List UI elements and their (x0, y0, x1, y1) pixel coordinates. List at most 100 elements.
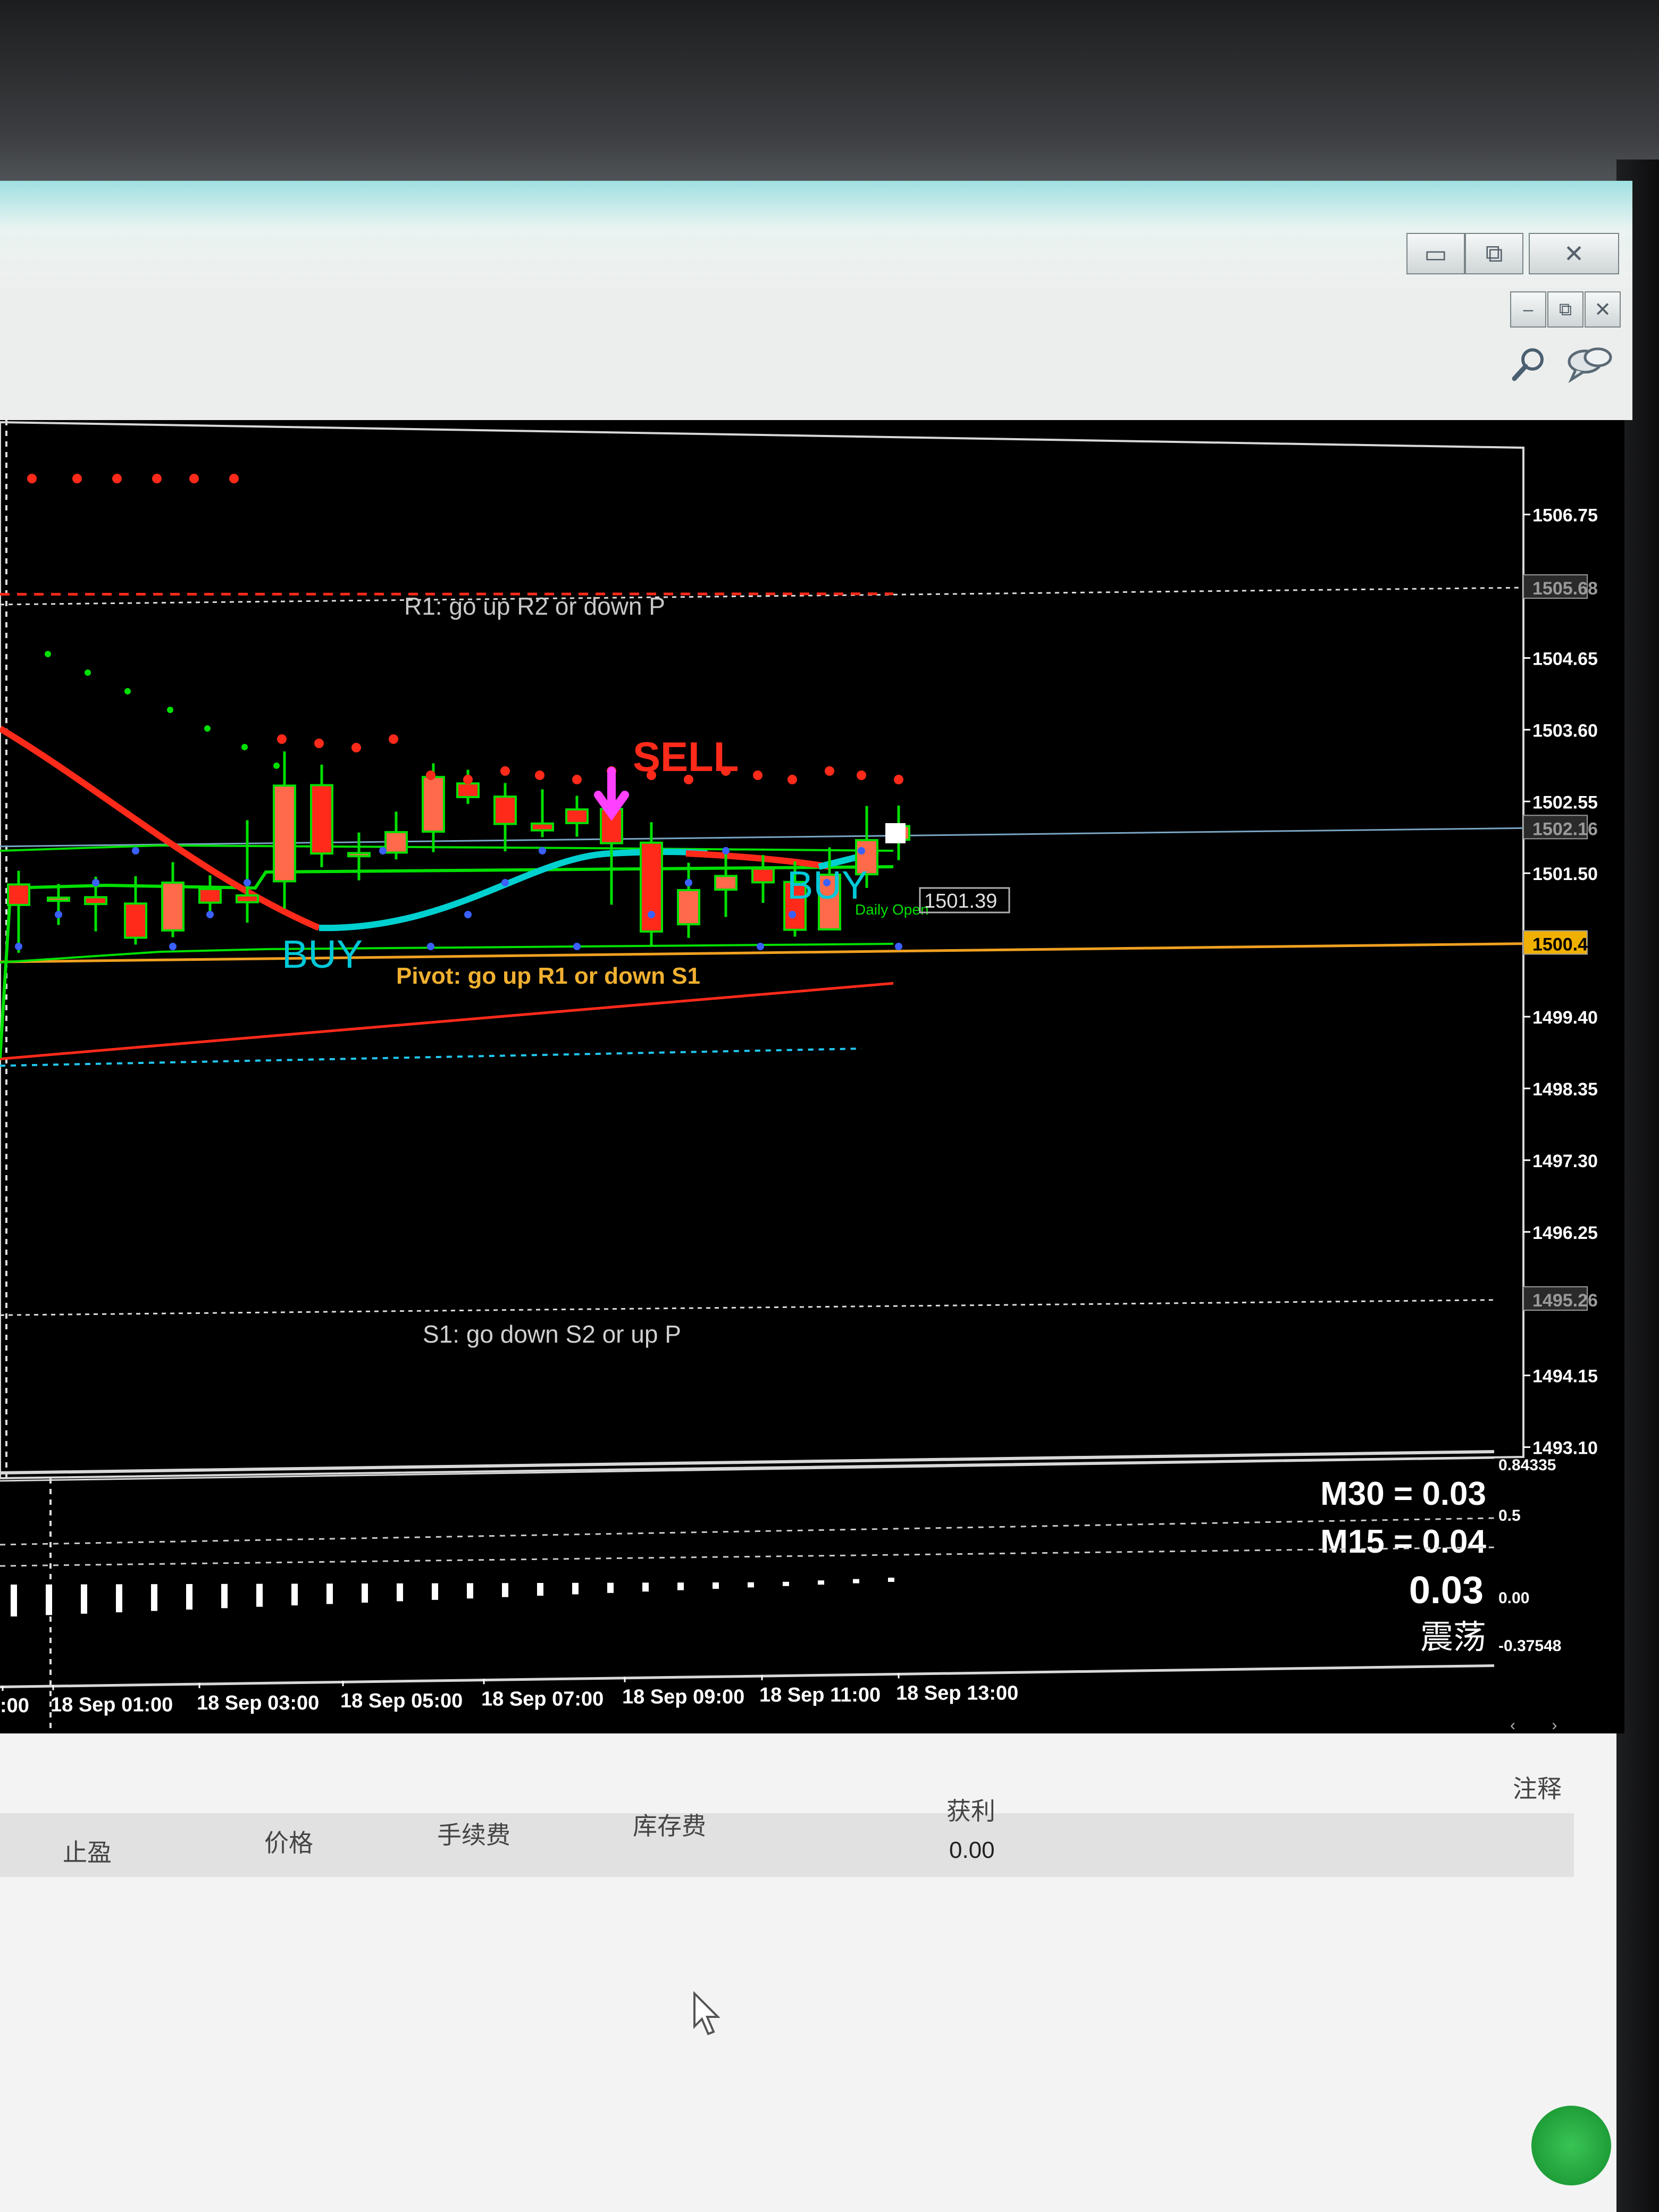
trail-dot (273, 763, 280, 769)
histogram-bar (853, 1579, 859, 1583)
support-dot (379, 847, 387, 854)
minimize-button[interactable]: ▭ (1406, 233, 1465, 274)
support-dot (685, 879, 692, 886)
chart-minimize-button[interactable]: – (1510, 291, 1546, 328)
chart-window[interactable]: R1: go up R2 or down P Pivot: go up R1 o… (0, 420, 1624, 1733)
support-dot (15, 943, 22, 950)
candle-body (565, 808, 589, 824)
monitor-bezel (0, 0, 1659, 191)
resistance-dot (463, 775, 473, 784)
r1-line (0, 586, 1524, 606)
histogram-bar (256, 1583, 263, 1607)
price-label: 1506.75 (1532, 506, 1598, 526)
resistance-dot (825, 766, 834, 776)
price-label: 1496.25 (1532, 1223, 1598, 1243)
scroll-arrows[interactable]: ‹ › (1510, 1716, 1573, 1735)
histogram-bar (537, 1583, 543, 1596)
market-state-label: 震荡 (1420, 1619, 1486, 1656)
trail-dot (167, 707, 173, 713)
price-label: 1493.10 (1532, 1438, 1598, 1459)
price-label: 1503.60 (1532, 720, 1598, 741)
histogram-bar (116, 1584, 122, 1613)
r1-label: R1: go up R2 or down P (404, 592, 665, 620)
resistance-dot (27, 474, 37, 483)
maximize-button[interactable]: ⧉ (1465, 233, 1523, 274)
pivot-label: Pivot: go up R1 or down S1 (396, 963, 700, 989)
resistance-dot (277, 734, 287, 744)
daily-open-label: Daily Open (855, 901, 929, 918)
histogram-bar (467, 1583, 473, 1599)
support-dot (895, 943, 902, 950)
chart-restore-button[interactable]: ⧉ (1547, 291, 1583, 328)
close-button[interactable]: ✕ (1529, 233, 1619, 274)
resistance-dot (787, 775, 797, 784)
chart-close-button[interactable]: ✕ (1585, 291, 1621, 328)
price-chart[interactable]: R1: go up R2 or down P Pivot: go up R1 o… (0, 420, 1624, 1733)
candle-body (347, 852, 371, 858)
trail-dot (204, 725, 211, 732)
resistance-dot (72, 474, 82, 483)
support-dot (539, 847, 546, 854)
support-dot (92, 879, 99, 886)
trend-line (0, 982, 894, 1060)
histogram-bar (888, 1578, 894, 1582)
price-label: 1494.15 (1532, 1367, 1598, 1387)
histogram-bar (642, 1582, 649, 1592)
histogram-bar (11, 1585, 17, 1616)
time-label: 18 Sep 07:00 (481, 1688, 604, 1710)
time-label: 18 Sep 03:00 (197, 1692, 319, 1714)
resistance-dot (894, 775, 903, 784)
indicator-axis-label: 0.00 (1498, 1589, 1529, 1607)
resistance-dot (535, 770, 544, 780)
column-commission[interactable]: 手续费 (437, 1816, 510, 1851)
column-comment[interactable]: 注释 (1513, 1770, 1562, 1805)
column-take-profit[interactable]: 止盈 (63, 1833, 112, 1869)
resistance-dot (389, 734, 398, 744)
trail-dot (241, 744, 248, 750)
support-dashed-line (0, 1048, 862, 1067)
support-dot (132, 847, 139, 854)
time-label: 18 Sep 11:00 (759, 1684, 881, 1706)
candle-body (310, 784, 333, 855)
support-dot (757, 943, 764, 950)
resistance-dot (572, 775, 582, 784)
histogram-bar (677, 1582, 684, 1590)
resistance-dot (351, 743, 361, 752)
indicator-level-line (0, 1517, 1495, 1546)
support-dot (244, 879, 251, 886)
histogram-bar (502, 1583, 508, 1597)
table-row[interactable] (0, 1813, 1574, 1877)
column-profit[interactable]: 获利 (946, 1792, 995, 1827)
mouse-cursor-icon (693, 1991, 720, 2035)
price-label: 1495.26 (1532, 1291, 1598, 1311)
chart-toolbar (0, 287, 1632, 420)
resistance-dot (229, 474, 239, 483)
price-label: 1502.16 (1532, 819, 1598, 839)
m30-value: M30 = 0.03 (1320, 1476, 1486, 1512)
support-dot (169, 943, 177, 950)
support-dot (55, 911, 62, 918)
time-label: 18 Sep 13:00 (896, 1682, 1018, 1704)
candle-body (531, 822, 554, 832)
resistance-dot (189, 474, 199, 483)
search-icon[interactable] (1510, 346, 1547, 383)
time-label: 18 Sep 01:00 (51, 1694, 173, 1716)
histogram-bar (291, 1583, 298, 1606)
price-label: 1497.30 (1532, 1151, 1598, 1171)
column-swap[interactable]: 库存费 (633, 1807, 706, 1842)
support-dot (648, 911, 655, 918)
histogram-bar (362, 1583, 368, 1603)
histogram-bar (46, 1584, 52, 1615)
trail-dot (85, 669, 91, 676)
price-label: 1502.55 (1532, 792, 1598, 812)
price-label: 1504.65 (1532, 649, 1598, 669)
candle-body (493, 795, 517, 825)
candle-body (422, 776, 445, 833)
candle-body (124, 902, 147, 939)
candle-body (384, 831, 408, 854)
fast-ma-line (0, 865, 894, 1059)
indicator-level-line (0, 1546, 1495, 1567)
profit-cell: 0.00 (949, 1837, 995, 1863)
column-price[interactable]: 价格 (264, 1824, 313, 1859)
chat-icon[interactable] (1566, 346, 1614, 383)
